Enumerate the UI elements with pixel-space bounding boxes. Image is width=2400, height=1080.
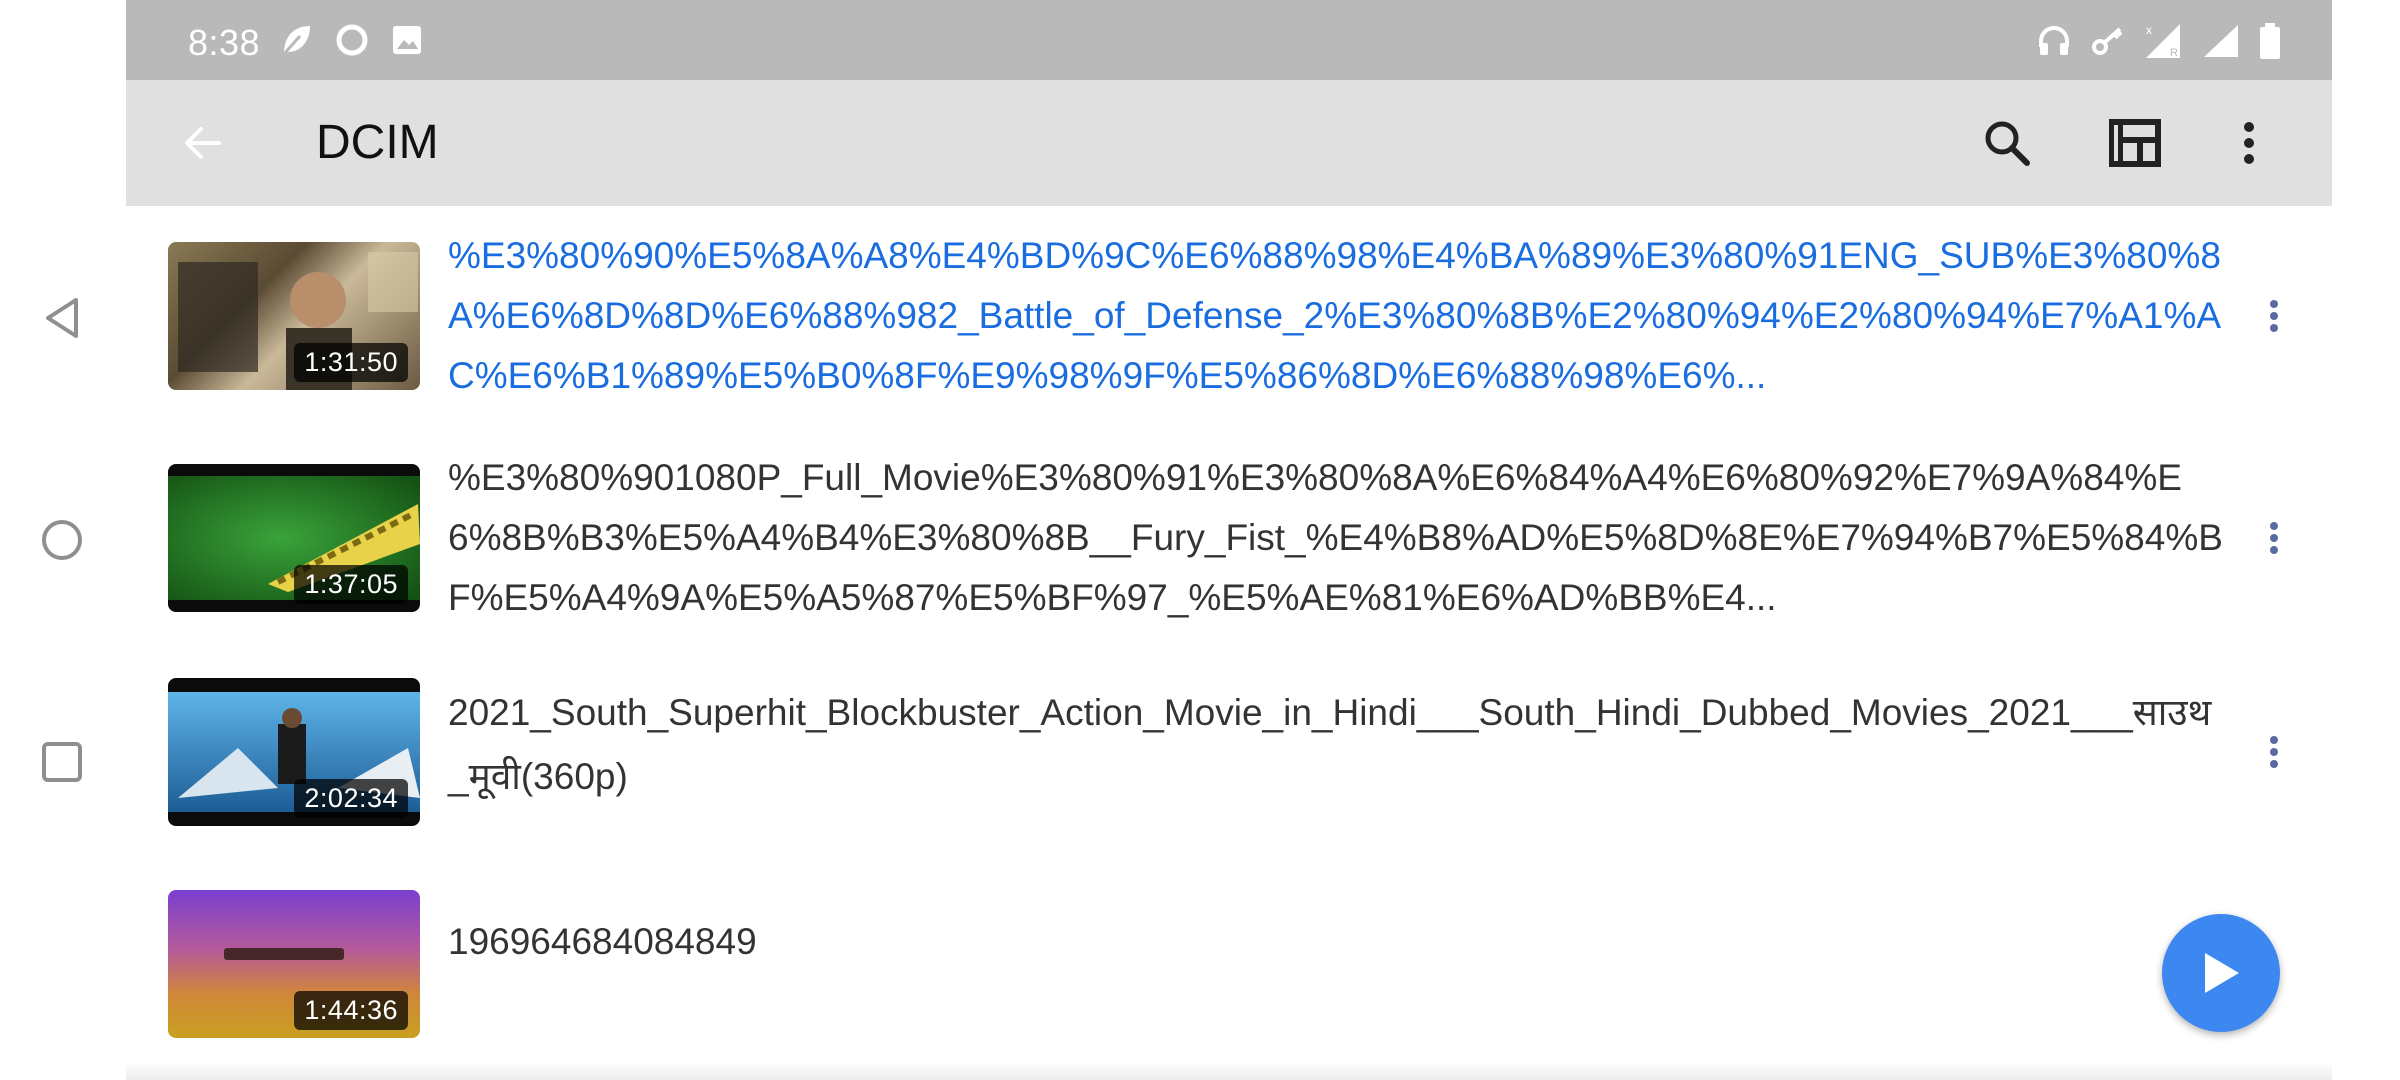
more-vert-icon — [2244, 122, 2254, 164]
nav-home-icon — [42, 520, 82, 560]
status-time: 8:38 — [188, 22, 261, 63]
more-vert-icon — [2270, 300, 2278, 332]
video-thumbnail: 1:37:05 — [168, 464, 420, 612]
video-duration: 1:37:05 — [294, 565, 408, 604]
video-item[interactable]: 1:44:36 196964684084849 — [126, 856, 2332, 1056]
battery-icon — [2260, 23, 2280, 59]
view-layout-icon — [2109, 119, 2161, 167]
list-bottom-edge — [126, 1062, 2332, 1080]
status-right-icons: xR — [2036, 22, 2282, 60]
video-title: 2021_South_Superhit_Blockbuster_Action_M… — [448, 692, 2212, 797]
system-navigation-bar — [0, 0, 126, 1080]
nav-home-button[interactable] — [40, 518, 84, 562]
nav-recents-button[interactable] — [40, 740, 84, 784]
nav-back-icon — [46, 298, 78, 338]
video-duration: 1:44:36 — [294, 991, 408, 1030]
video-thumbnail: 1:44:36 — [168, 890, 420, 1038]
app-toolbar: DCIM — [126, 80, 2332, 206]
image-icon — [393, 26, 421, 54]
search-button[interactable] — [1974, 110, 2040, 176]
video-item[interactable]: 1:37:05 %E3%80%901080P_Full_Movie%E3%80%… — [126, 428, 2332, 650]
more-options-button[interactable] — [2216, 110, 2282, 176]
video-thumbnail: 1:31:50 — [168, 242, 420, 390]
video-title: %E3%80%90%E5%8A%A8%E4%BD%9C%E6%88%98%E4%… — [448, 235, 2222, 396]
headset-icon — [2039, 26, 2069, 55]
back-button[interactable] — [170, 110, 236, 176]
status-bar: 8:38 xR — [126, 0, 2332, 80]
video-duration: 1:31:50 — [294, 343, 408, 382]
arrow-back-icon — [185, 127, 221, 159]
circle-icon — [336, 24, 368, 56]
signal-icon — [2204, 25, 2238, 57]
screen-edge — [2332, 0, 2400, 1080]
more-vert-icon — [2270, 736, 2278, 768]
view-layout-button[interactable] — [2102, 110, 2168, 176]
nav-back-button[interactable] — [40, 296, 84, 340]
more-vert-icon — [2270, 522, 2278, 554]
search-icon — [1985, 121, 2030, 166]
svg-text:x: x — [2146, 23, 2152, 37]
video-item[interactable]: 2:02:34 2021_South_Superhit_Blockbuster_… — [126, 650, 2332, 856]
video-more-button[interactable] — [2254, 722, 2294, 782]
video-item[interactable]: 1:31:50 %E3%80%90%E5%8A%A8%E4%BD%9C%E6%8… — [126, 206, 2332, 428]
video-more-button[interactable] — [2254, 286, 2294, 346]
svg-text:R: R — [2170, 47, 2178, 59]
status-left-icons — [278, 22, 424, 58]
video-title: 196964684084849 — [448, 921, 757, 962]
video-title: %E3%80%901080P_Full_Movie%E3%80%91%E3%80… — [448, 457, 2223, 618]
play-icon — [2205, 953, 2239, 993]
vpn-key-icon — [2092, 27, 2123, 55]
video-duration: 2:02:34 — [294, 779, 408, 818]
play-all-button[interactable] — [2162, 914, 2280, 1032]
app-screen: 8:38 xR DCIM 1:31:50 %E3%80%90%E5%8A%A8%… — [126, 0, 2332, 1080]
signal-roaming-icon: xR — [2146, 23, 2180, 59]
leaf-icon — [282, 26, 310, 55]
video-thumbnail: 2:02:34 — [168, 678, 420, 826]
page-title: DCIM — [316, 116, 439, 169]
nav-recents-icon — [42, 742, 82, 782]
video-more-button[interactable] — [2254, 508, 2294, 568]
